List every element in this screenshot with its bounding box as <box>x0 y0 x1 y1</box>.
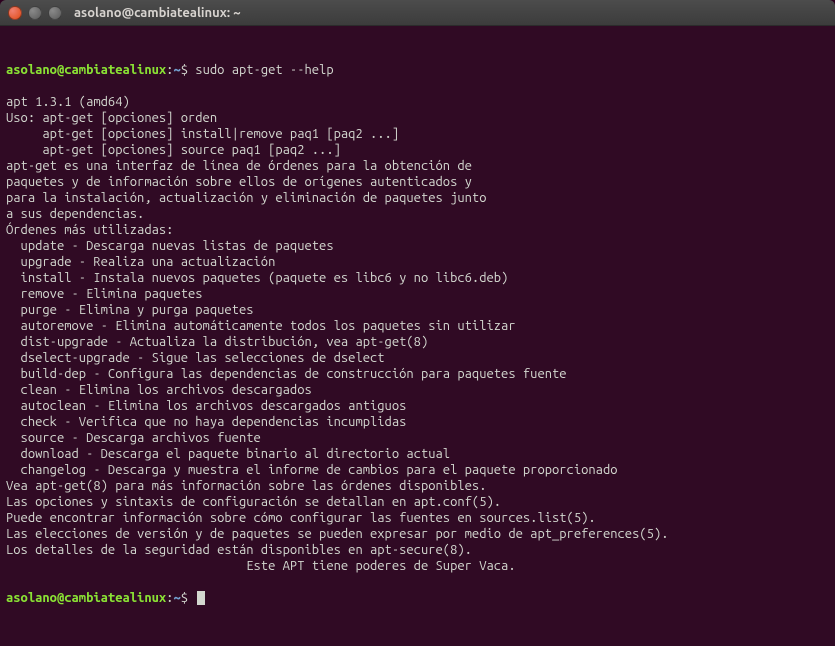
output-line: apt-get es una interfaz de línea de órde… <box>6 158 829 174</box>
command-output: apt 1.3.1 (amd64)Uso: apt-get [opciones]… <box>6 94 829 574</box>
terminal-window: asolano@cambiatealinux: ~ asolano@cambia… <box>0 0 835 646</box>
output-line: Las elecciones de versión y de paquetes … <box>6 526 829 542</box>
output-line: purge - Elimina y purga paquetes <box>6 302 829 318</box>
command-text: sudo apt-get --help <box>195 63 333 77</box>
output-line: para la instalación, actualización y eli… <box>6 190 829 206</box>
output-line: remove - Elimina paquetes <box>6 286 829 302</box>
output-line: Las opciones y sintaxis de configuración… <box>6 494 829 510</box>
output-line: source - Descarga archivos fuente <box>6 430 829 446</box>
output-line: Puede encontrar información sobre cómo c… <box>6 510 829 526</box>
output-line: Este APT tiene poderes de Super Vaca. <box>6 558 829 574</box>
titlebar[interactable]: asolano@cambiatealinux: ~ <box>0 0 835 26</box>
output-line: autoremove - Elimina automáticamente tod… <box>6 318 829 334</box>
prompt-userhost: asolano@cambiatealinux <box>6 591 166 605</box>
output-line: dselect-upgrade - Sigue las selecciones … <box>6 350 829 366</box>
output-line: apt-get [opciones] source paq1 [paq2 ...… <box>6 142 829 158</box>
prompt-line-2: asolano@cambiatealinux:~$ <box>6 590 829 606</box>
output-line: Órdenes más utilizadas: <box>6 222 829 238</box>
output-line: autoclean - Elimina los archivos descarg… <box>6 398 829 414</box>
output-line: apt 1.3.1 (amd64) <box>6 94 829 110</box>
window-title: asolano@cambiatealinux: ~ <box>74 6 241 20</box>
output-line: paquetes y de información sobre ellos de… <box>6 174 829 190</box>
output-line: a sus dependencias. <box>6 206 829 222</box>
output-line: changelog - Descarga y muestra el inform… <box>6 462 829 478</box>
prompt-path: ~ <box>173 591 180 605</box>
output-line: download - Descarga el paquete binario a… <box>6 446 829 462</box>
output-line: clean - Elimina los archivos descargados <box>6 382 829 398</box>
output-line: Los detalles de la seguridad están dispo… <box>6 542 829 558</box>
output-line: upgrade - Realiza una actualización <box>6 254 829 270</box>
prompt-sigil: $ <box>181 591 188 605</box>
output-line: install - Instala nuevos paquetes (paque… <box>6 270 829 286</box>
output-line: apt-get [opciones] install|remove paq1 [… <box>6 126 829 142</box>
minimize-icon[interactable] <box>28 6 42 20</box>
maximize-icon[interactable] <box>48 6 62 20</box>
close-icon[interactable] <box>8 6 22 20</box>
prompt-sigil: $ <box>181 63 188 77</box>
output-line: build-dep - Configura las dependencias d… <box>6 366 829 382</box>
prompt-path: ~ <box>173 63 180 77</box>
output-line: Vea apt-get(8) para más información sobr… <box>6 478 829 494</box>
output-line: update - Descarga nuevas listas de paque… <box>6 238 829 254</box>
prompt-userhost: asolano@cambiatealinux <box>6 63 166 77</box>
output-line: Uso: apt-get [opciones] orden <box>6 110 829 126</box>
output-line: check - Verifica que no haya dependencia… <box>6 414 829 430</box>
prompt-line: asolano@cambiatealinux:~$ sudo apt-get -… <box>6 62 829 78</box>
terminal-body[interactable]: asolano@cambiatealinux:~$ sudo apt-get -… <box>0 26 835 646</box>
output-line: dist-upgrade - Actualiza la distribución… <box>6 334 829 350</box>
cursor <box>197 591 205 605</box>
